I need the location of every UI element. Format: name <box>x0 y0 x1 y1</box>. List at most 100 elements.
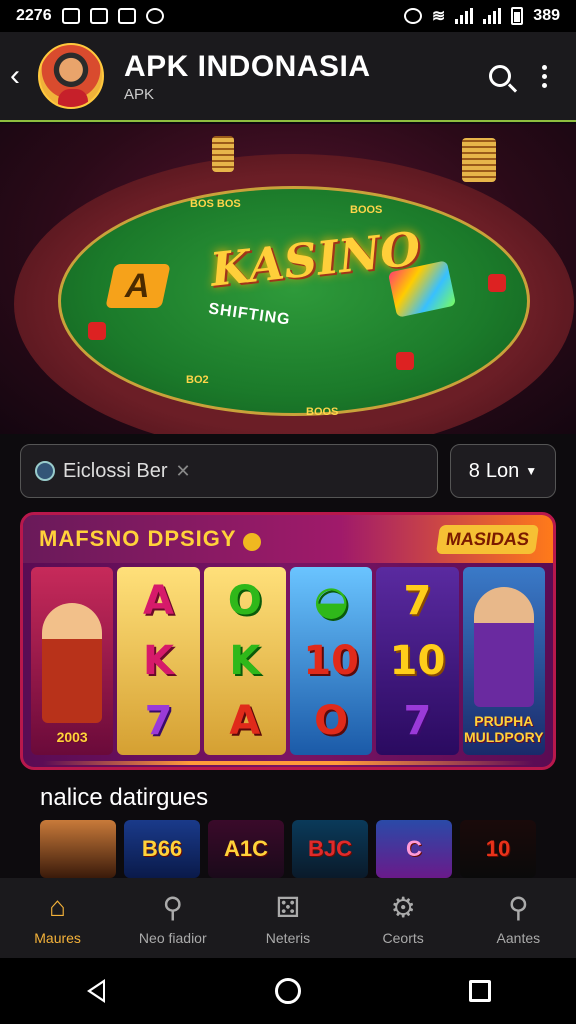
character-image <box>42 603 103 723</box>
card-icon: A <box>105 264 171 308</box>
signal-icon-2 <box>483 8 502 24</box>
slots-badge: MASIDAS <box>435 524 540 554</box>
table-label: BOS BOS <box>190 198 241 210</box>
section-title: nalice datirgues <box>40 784 209 811</box>
slot-reel: ◒ 10 O <box>289 567 373 755</box>
game-label: A1C <box>223 836 268 861</box>
nav-item-home[interactable]: ⌂ Maures <box>3 890 113 946</box>
nav-item-search[interactable]: ⚲ Neo fiadior <box>118 890 228 947</box>
app-header: ‹ APK INDONASIA APK <box>0 32 576 122</box>
slot-symbol: A <box>229 698 261 744</box>
game-label: B66 <box>141 836 183 861</box>
game-label: 10 <box>485 836 511 861</box>
status-right: ≋ 389 <box>403 6 560 26</box>
slot-symbol: K <box>142 638 174 684</box>
search-icon: ⚲ <box>162 891 184 923</box>
slots-title-wrap: MAFSNO DPSIGY <box>39 526 261 552</box>
more-menu-button[interactable] <box>522 54 566 98</box>
nav-label: Aantes <box>496 930 541 946</box>
game-row: B66 A1C BJC C 10 <box>40 820 540 878</box>
slots-title: MAFSNO DPSIGY <box>39 526 237 551</box>
slot-reel: PRUPHA MULDPORY <box>462 567 545 755</box>
red-chip-icon <box>396 352 414 370</box>
slot-symbol: A <box>143 578 174 624</box>
game-tile[interactable]: 10 <box>460 820 536 878</box>
table-label: BOOS <box>350 204 383 216</box>
game-tile[interactable]: A1C <box>208 820 284 878</box>
slot-reel: 7 10 7 <box>376 567 459 755</box>
game-tile[interactable]: C <box>376 820 452 878</box>
nav-item-games[interactable]: ⚄ Neteris <box>233 890 343 947</box>
slot-symbol: 10 <box>389 638 446 684</box>
back-button[interactable] <box>76 971 116 1011</box>
slot-symbol: 7 <box>403 698 432 744</box>
status-bar: 2276 ≋ 389 <box>0 0 576 32</box>
globe-icon <box>35 461 55 481</box>
table-label: BO2 <box>186 374 209 386</box>
battery-icon <box>511 7 524 25</box>
app-icon <box>89 8 108 24</box>
status-time: 2276 <box>16 7 52 24</box>
reel-caption: 2003 <box>56 729 88 745</box>
nav-item-account[interactable]: ⚲ Aantes <box>463 890 573 947</box>
recents-button[interactable] <box>460 971 500 1011</box>
more-vert-icon <box>541 64 547 88</box>
game-label: BJC <box>307 836 352 861</box>
search-value: Eiclossi Ber <box>63 459 168 482</box>
alarm-icon <box>403 8 422 24</box>
slot-symbol: K <box>229 638 261 684</box>
hero-banner[interactable]: BOS BOS BOOS BO2 BOOS KASINO SHIFTING A <box>0 124 576 434</box>
language-label: Lon <box>485 459 520 482</box>
title-block: APK INDONASIA APK <box>124 50 478 103</box>
clear-icon[interactable]: ✕ <box>175 461 190 482</box>
check-icon <box>145 8 164 24</box>
slot-symbol: O <box>227 578 262 624</box>
language-dropdown[interactable]: 8 Lon ▼ <box>450 444 556 498</box>
slot-symbol: 10 <box>303 638 359 684</box>
slots-header: MAFSNO DPSIGY MASIDAS <box>23 515 553 563</box>
back-arrow-icon[interactable]: ‹ <box>10 59 38 93</box>
slot-reel: O K A <box>203 567 286 755</box>
game-label: C <box>406 836 422 861</box>
search-button[interactable] <box>478 54 522 98</box>
nav-item-settings[interactable]: ⚙ Ceorts <box>348 890 458 947</box>
wifi-icon: ≋ <box>431 8 446 25</box>
red-chip-icon <box>88 322 106 340</box>
home-icon: ⌂ <box>49 891 67 922</box>
back-triangle-icon <box>87 979 105 1003</box>
search-icon <box>489 65 511 87</box>
battery-level: 389 <box>533 7 560 24</box>
bottom-nav: ⌂ Maures ⚲ Neo fiadior ⚄ Neteris ⚙ Ceort… <box>0 878 576 958</box>
nav-label: Neteris <box>265 930 311 946</box>
search-row: Eiclossi Ber ✕ 8 Lon ▼ <box>20 444 556 498</box>
game-tile[interactable]: BJC <box>292 820 368 878</box>
lang-icon: 8 <box>468 459 480 482</box>
red-chip-icon <box>488 274 506 292</box>
chip-stack-icon <box>212 136 234 172</box>
nav-label: Neo fiadior <box>138 930 207 946</box>
home-button[interactable] <box>268 971 308 1011</box>
slot-reels: 2003 A K 7 O K A ◒ 10 O 7 10 7 PRUPHA MU… <box>23 563 553 759</box>
slot-reel: 2003 <box>31 567 114 755</box>
nav-label: Maures <box>34 930 81 946</box>
status-left: 2276 <box>16 7 164 25</box>
watermelon-icon: ◒ <box>313 578 349 624</box>
recents-square-icon <box>469 980 491 1002</box>
search-input[interactable]: Eiclossi Ber ✕ <box>20 444 438 498</box>
signal-icon <box>455 8 474 24</box>
reel-caption: PRUPHA MULDPORY <box>464 713 544 745</box>
dice-icon: ⚄ <box>275 891 301 923</box>
avatar[interactable] <box>38 43 104 109</box>
image-icon <box>117 8 136 24</box>
chip-stack-icon-2 <box>462 138 496 182</box>
game-tile[interactable]: B66 <box>124 820 200 878</box>
slot-symbol: 7 <box>403 578 432 624</box>
slot-symbol: O <box>314 698 349 744</box>
settings-icon: ⚙ <box>390 891 416 923</box>
home-circle-icon <box>275 978 301 1004</box>
game-tile[interactable] <box>40 820 116 878</box>
slots-banner[interactable]: MAFSNO DPSIGY MASIDAS 2003 A K 7 O K A ◒… <box>20 512 556 770</box>
slot-symbol: 7 <box>144 698 173 744</box>
table-label: BOOS <box>306 406 339 418</box>
chevron-down-icon: ▼ <box>525 464 538 478</box>
